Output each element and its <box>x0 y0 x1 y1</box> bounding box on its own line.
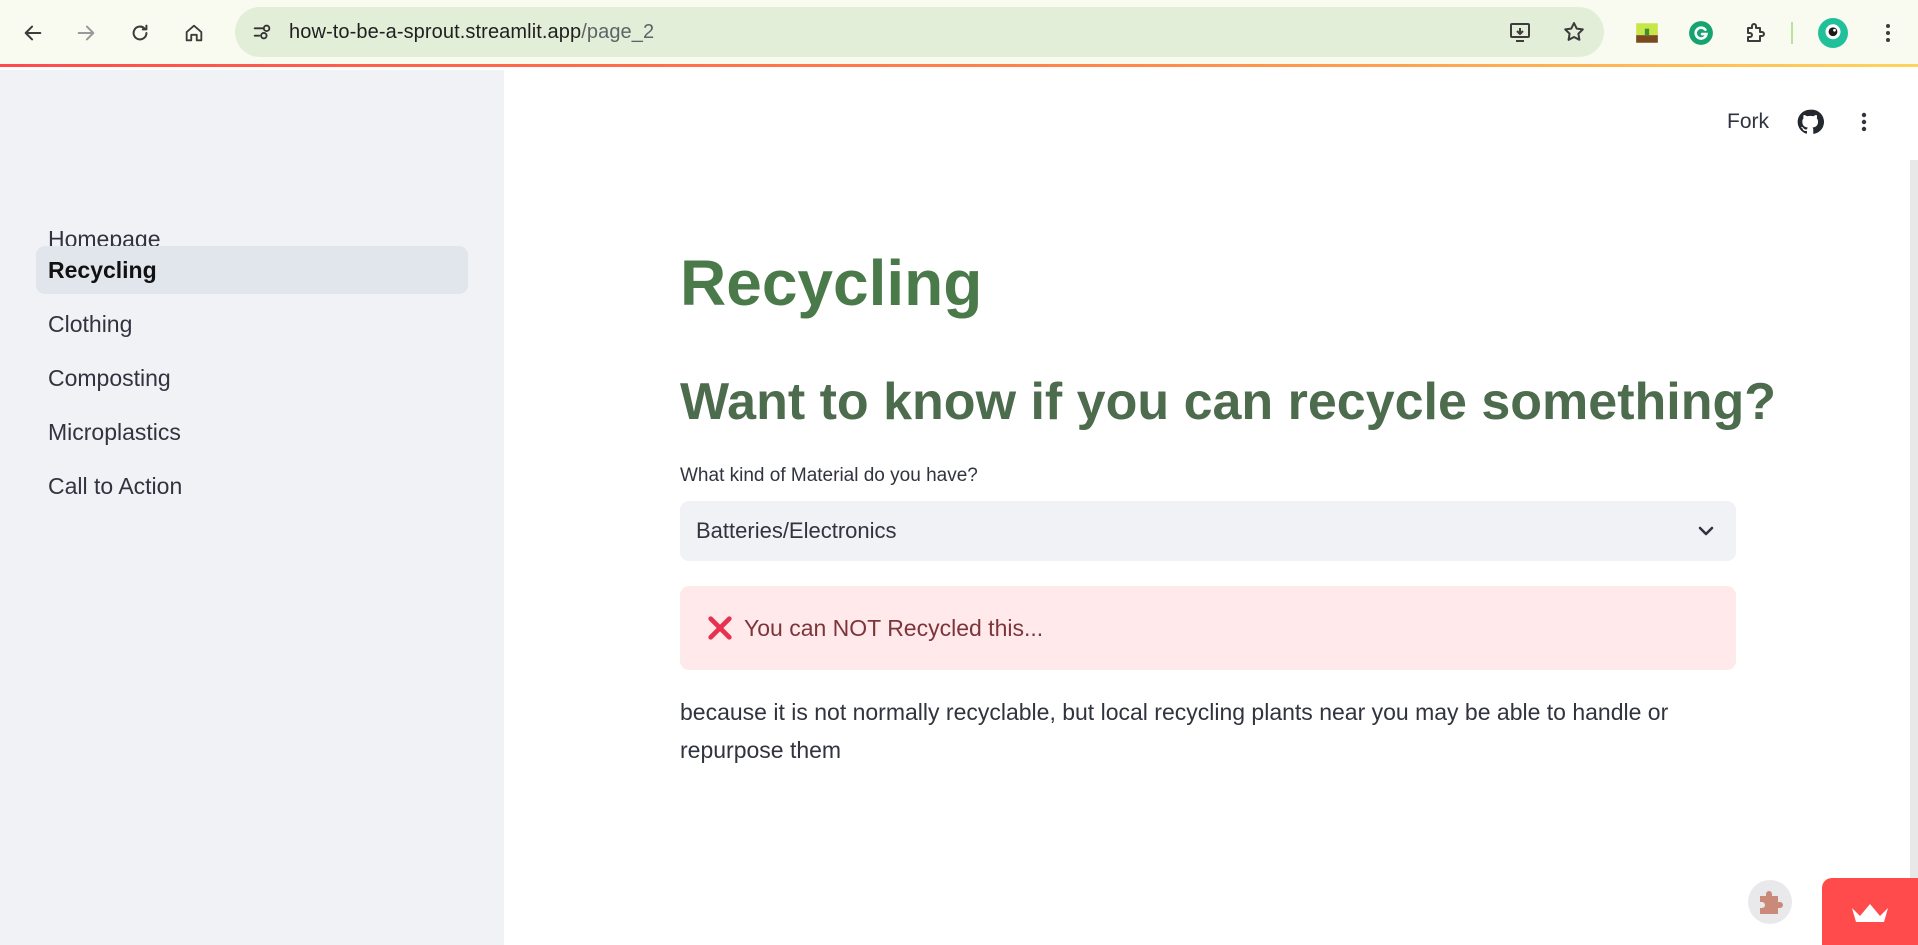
sidebar-item-label: Call to Action <box>48 472 183 499</box>
sidebar-item-microplastics[interactable]: Microplastics <box>36 408 468 456</box>
streamlit-crown-icon <box>1852 903 1888 922</box>
bookmark-star-icon[interactable] <box>1557 15 1591 49</box>
material-select-value: Batteries/Electronics <box>696 518 897 543</box>
sidebar-item-clothing[interactable]: Clothing <box>36 300 468 348</box>
sidebar-item-label: Clothing <box>48 310 133 337</box>
grammarly-icon[interactable] <box>1682 14 1720 52</box>
error-alert: You can NOT Recycled this... <box>680 586 1736 670</box>
chevron-down-icon <box>1698 526 1714 536</box>
profile-avatar-icon[interactable] <box>1814 14 1852 52</box>
url-text[interactable]: how-to-be-a-sprout.streamlit.app/page_2 <box>289 21 654 44</box>
reload-icon[interactable] <box>121 14 159 52</box>
sidebar-item-call-to-action[interactable]: Call to Action <box>36 462 468 510</box>
forward-icon[interactable] <box>67 14 105 52</box>
chrome-menu-icon[interactable] <box>1869 14 1907 52</box>
sidebar-item-label: Composting <box>48 364 171 391</box>
home-icon[interactable] <box>175 14 213 52</box>
install-app-icon[interactable] <box>1503 15 1537 49</box>
material-select[interactable]: Batteries/Electronics <box>680 501 1736 561</box>
url-path: /page_2 <box>581 20 655 43</box>
loading-bar <box>0 64 1918 67</box>
streamlit-manage-app-button[interactable] <box>1822 878 1918 945</box>
puzzle-widget-icon[interactable] <box>1748 880 1792 924</box>
browser-toolbar: how-to-be-a-sprout.streamlit.app/page_2 <box>0 0 1918 67</box>
site-info-icon[interactable] <box>245 15 279 49</box>
sidebar: Homepage Recycling Clothing Composting M… <box>0 70 504 945</box>
extensions-puzzle-icon[interactable] <box>1736 14 1774 52</box>
extension-sprout-icon[interactable] <box>1628 14 1666 52</box>
github-icon[interactable] <box>1795 107 1825 137</box>
page-title: Recycling <box>680 247 983 319</box>
subheader: Want to know if you can recycle somethin… <box>680 373 1777 431</box>
scrollbar[interactable] <box>1910 160 1918 945</box>
back-icon[interactable] <box>14 14 52 52</box>
error-alert-text: You can NOT Recycled this... <box>744 614 1044 641</box>
more-vertical-icon[interactable] <box>1849 107 1879 137</box>
toolbar-divider <box>1791 22 1793 44</box>
sidebar-item-label: Microplastics <box>48 418 181 445</box>
address-bar[interactable]: how-to-be-a-sprout.streamlit.app/page_2 <box>235 7 1604 57</box>
sidebar-item-composting[interactable]: Composting <box>36 354 468 402</box>
url-host: how-to-be-a-sprout.streamlit.app <box>289 20 582 43</box>
fork-button[interactable]: Fork <box>1727 110 1769 134</box>
sidebar-item-label: Recycling <box>48 256 157 283</box>
material-select-label: What kind of Material do you have? <box>680 465 978 486</box>
sidebar-item-recycling[interactable]: Recycling <box>36 246 468 294</box>
cross-mark-icon <box>708 616 732 640</box>
explanation-text: because it is not normally recyclable, b… <box>680 699 1669 763</box>
